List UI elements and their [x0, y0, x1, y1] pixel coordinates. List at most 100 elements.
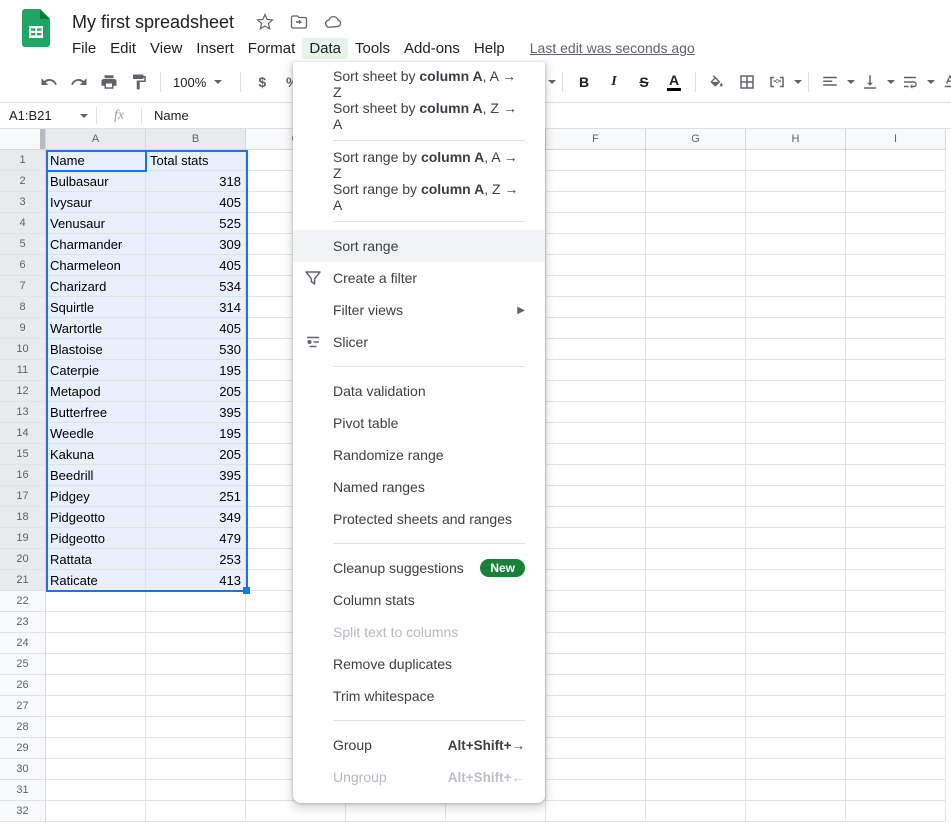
- cell-G20[interactable]: [646, 549, 746, 570]
- cell-A22[interactable]: [46, 591, 146, 612]
- cell-G1[interactable]: [646, 150, 746, 171]
- cell-B2[interactable]: 318: [146, 171, 246, 192]
- row-header-15[interactable]: 15: [0, 444, 46, 465]
- print-button[interactable]: [96, 69, 122, 95]
- cell-F2[interactable]: [546, 171, 646, 192]
- cell-I13[interactable]: [846, 402, 946, 423]
- cell-H2[interactable]: [746, 171, 846, 192]
- font-size-dropdown-icon[interactable]: [548, 80, 556, 84]
- cell-E32[interactable]: [446, 801, 546, 822]
- row-header-32[interactable]: 32: [0, 801, 46, 822]
- cell-F13[interactable]: [546, 402, 646, 423]
- cell-B17[interactable]: 251: [146, 486, 246, 507]
- cell-H23[interactable]: [746, 612, 846, 633]
- cell-H13[interactable]: [746, 402, 846, 423]
- cell-B23[interactable]: [146, 612, 246, 633]
- cell-B12[interactable]: 205: [146, 381, 246, 402]
- cell-G9[interactable]: [646, 318, 746, 339]
- menu-item-sort-sheet-by-column-a-a-z[interactable]: Sort sheet by column A, A → Z: [293, 68, 545, 100]
- cell-B28[interactable]: [146, 717, 246, 738]
- cell-B8[interactable]: 314: [146, 297, 246, 318]
- column-header-g[interactable]: G: [646, 129, 746, 150]
- row-header-23[interactable]: 23: [0, 612, 46, 633]
- cell-I32[interactable]: [846, 801, 946, 822]
- redo-button[interactable]: [66, 69, 92, 95]
- cell-H17[interactable]: [746, 486, 846, 507]
- cell-A31[interactable]: [46, 780, 146, 801]
- cell-G27[interactable]: [646, 696, 746, 717]
- cell-F26[interactable]: [546, 675, 646, 696]
- row-header-1[interactable]: 1: [0, 150, 46, 171]
- menubar-item-file[interactable]: File: [65, 38, 103, 59]
- row-header-27[interactable]: 27: [0, 696, 46, 717]
- zoom-select[interactable]: 100%: [167, 69, 234, 95]
- cell-H30[interactable]: [746, 759, 846, 780]
- menu-item-column-stats[interactable]: Column stats: [293, 584, 545, 616]
- column-header-a[interactable]: A: [46, 129, 146, 150]
- cell-F6[interactable]: [546, 255, 646, 276]
- cell-A2[interactable]: Bulbasaur: [46, 171, 146, 192]
- cell-H22[interactable]: [746, 591, 846, 612]
- cell-I5[interactable]: [846, 234, 946, 255]
- cell-F8[interactable]: [546, 297, 646, 318]
- menubar-item-add-ons[interactable]: Add-ons: [397, 38, 467, 59]
- cell-I10[interactable]: [846, 339, 946, 360]
- cell-B11[interactable]: 195: [146, 360, 246, 381]
- cell-G18[interactable]: [646, 507, 746, 528]
- row-header-29[interactable]: 29: [0, 738, 46, 759]
- cell-G22[interactable]: [646, 591, 746, 612]
- text-wrap-options-icon[interactable]: [927, 80, 935, 84]
- cell-A27[interactable]: [46, 696, 146, 717]
- merge-cells-button[interactable]: [764, 69, 790, 95]
- row-header-16[interactable]: 16: [0, 465, 46, 486]
- sheets-logo-icon[interactable]: [22, 9, 50, 47]
- cell-B19[interactable]: 479: [146, 528, 246, 549]
- menu-item-trim-whitespace[interactable]: Trim whitespace: [293, 680, 545, 712]
- menu-item-slicer[interactable]: Slicer: [293, 326, 545, 358]
- cell-H1[interactable]: [746, 150, 846, 171]
- cell-F7[interactable]: [546, 276, 646, 297]
- menu-item-pivot-table[interactable]: Pivot table: [293, 407, 545, 439]
- cell-A32[interactable]: [46, 801, 146, 822]
- row-header-19[interactable]: 19: [0, 528, 46, 549]
- row-header-3[interactable]: 3: [0, 192, 46, 213]
- cloud-saved-icon[interactable]: [323, 12, 343, 32]
- cell-F9[interactable]: [546, 318, 646, 339]
- cell-B18[interactable]: 349: [146, 507, 246, 528]
- cell-G3[interactable]: [646, 192, 746, 213]
- cell-I17[interactable]: [846, 486, 946, 507]
- cell-G10[interactable]: [646, 339, 746, 360]
- row-header-28[interactable]: 28: [0, 717, 46, 738]
- move-to-folder-icon[interactable]: [289, 12, 309, 32]
- cell-A5[interactable]: Charmander: [46, 234, 146, 255]
- cell-F11[interactable]: [546, 360, 646, 381]
- cell-G32[interactable]: [646, 801, 746, 822]
- row-header-31[interactable]: 31: [0, 780, 46, 801]
- cell-H21[interactable]: [746, 570, 846, 591]
- cell-F31[interactable]: [546, 780, 646, 801]
- strikethrough-button[interactable]: S: [631, 69, 657, 95]
- cell-C32[interactable]: [246, 801, 346, 822]
- cell-H3[interactable]: [746, 192, 846, 213]
- cell-I18[interactable]: [846, 507, 946, 528]
- cell-B25[interactable]: [146, 654, 246, 675]
- cell-G16[interactable]: [646, 465, 746, 486]
- cell-H31[interactable]: [746, 780, 846, 801]
- cell-I11[interactable]: [846, 360, 946, 381]
- cell-H20[interactable]: [746, 549, 846, 570]
- menu-item-named-ranges[interactable]: Named ranges: [293, 471, 545, 503]
- cell-A28[interactable]: [46, 717, 146, 738]
- cell-B16[interactable]: 395: [146, 465, 246, 486]
- cell-F30[interactable]: [546, 759, 646, 780]
- row-header-8[interactable]: 8: [0, 297, 46, 318]
- cell-B24[interactable]: [146, 633, 246, 654]
- cell-G29[interactable]: [646, 738, 746, 759]
- cell-I27[interactable]: [846, 696, 946, 717]
- cell-I24[interactable]: [846, 633, 946, 654]
- cell-I4[interactable]: [846, 213, 946, 234]
- cell-G23[interactable]: [646, 612, 746, 633]
- cell-F23[interactable]: [546, 612, 646, 633]
- cell-G28[interactable]: [646, 717, 746, 738]
- cell-I1[interactable]: [846, 150, 946, 171]
- cell-B10[interactable]: 530: [146, 339, 246, 360]
